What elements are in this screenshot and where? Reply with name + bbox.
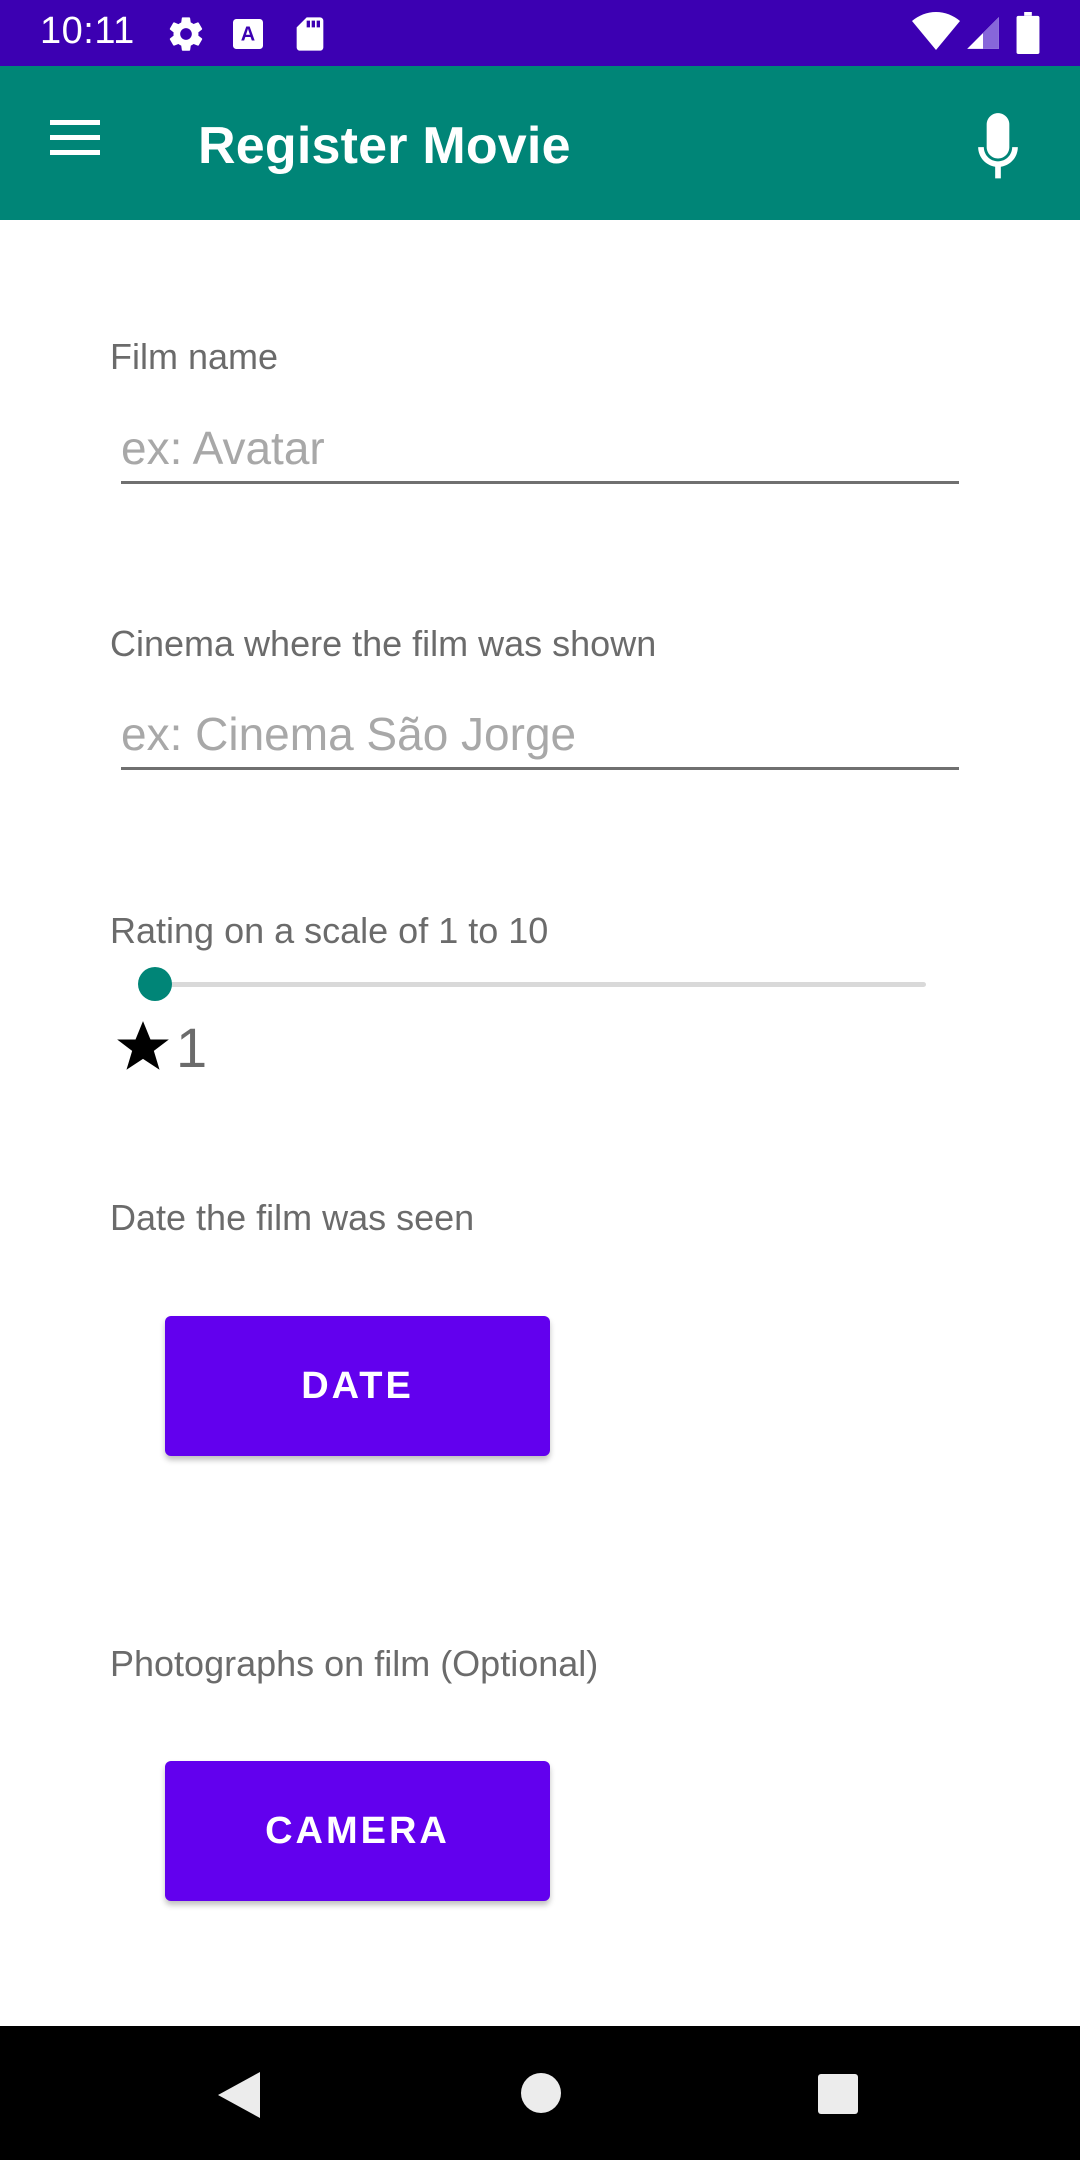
app-bar: Register Movie: [0, 66, 1080, 220]
date-label: Date the film was seen: [110, 1197, 475, 1238]
film-name-field: [121, 414, 959, 484]
gear-icon: [169, 17, 203, 51]
cinema-label: Cinema where the film was shown: [110, 623, 657, 664]
date-button[interactable]: DATE: [165, 1316, 550, 1456]
cinema-field: [121, 700, 959, 770]
recent-apps-icon[interactable]: [816, 2072, 860, 2116]
text-a-icon: A: [233, 19, 263, 49]
wifi-icon: [912, 12, 960, 50]
rating-label: Rating on a scale of 1 to 10: [110, 910, 549, 951]
microphone-icon[interactable]: [964, 110, 1032, 190]
status-time: 10:11: [40, 10, 135, 52]
battery-icon: [1016, 12, 1040, 54]
rating-display: 1: [112, 1012, 207, 1082]
status-bar: 10:11 A: [0, 0, 1080, 66]
menu-icon[interactable]: [48, 116, 104, 160]
home-icon[interactable]: [520, 2072, 562, 2114]
star-icon: [117, 1021, 169, 1070]
cinema-input[interactable]: [121, 700, 959, 767]
slider-track[interactable]: [152, 982, 926, 987]
rating-value: 1: [176, 1015, 208, 1079]
rating-slider[interactable]: [138, 966, 926, 1006]
film-name-label: Film name: [110, 336, 279, 377]
camera-button[interactable]: CAMERA: [165, 1761, 550, 1901]
signal-icon: [967, 17, 999, 49]
page-title: Register Movie: [198, 117, 571, 175]
navigation-bar: [0, 2026, 1080, 2160]
svg-text:A: A: [241, 24, 255, 46]
film-name-input[interactable]: [121, 414, 959, 481]
photos-label: Photographs on film (Optional): [110, 1643, 599, 1684]
sd-card-icon: [296, 17, 324, 51]
slider-thumb[interactable]: [138, 967, 172, 1001]
back-icon[interactable]: [216, 2070, 262, 2120]
